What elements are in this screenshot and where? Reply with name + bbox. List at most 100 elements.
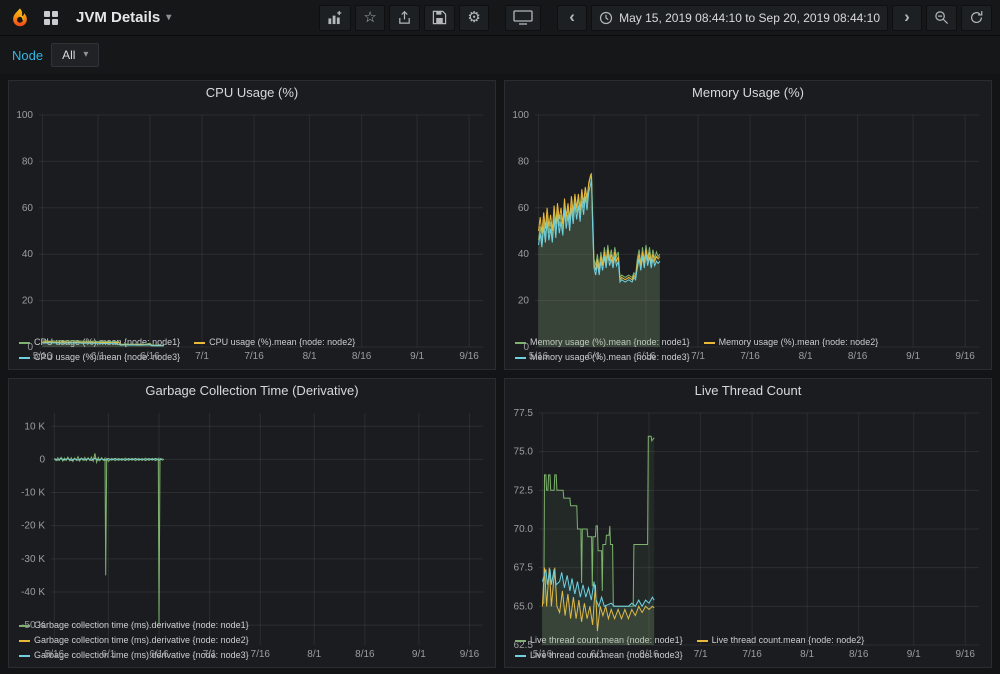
panel-title[interactable]: CPU Usage (%) [9, 81, 495, 105]
share-button[interactable] [389, 5, 420, 31]
save-floppy-icon [432, 10, 447, 25]
x-tick-label: 7/16 [742, 649, 762, 660]
series-line [54, 453, 164, 625]
x-tick-label: 6/1 [91, 351, 105, 362]
navbar: JVM Details ▾ ☆ [0, 0, 1000, 36]
x-tick-label: 7/1 [691, 351, 705, 362]
chevron-left-icon: ‹ [569, 8, 575, 27]
square-icon [44, 19, 50, 25]
y-tick-label: 0 [523, 342, 529, 353]
time-back-button[interactable]: ‹ [557, 5, 587, 31]
clock-icon [599, 11, 613, 25]
x-tick-label: 7/1 [694, 649, 708, 660]
x-tick-label: 6/1 [587, 351, 601, 362]
chart-canvas[interactable]: 5/166/16/167/17/168/18/169/19/1602040608… [9, 105, 495, 363]
star-icon: ☆ [363, 10, 376, 25]
variable-value: All [62, 48, 75, 62]
panel-memory-usage: Memory Usage (%) 5/166/16/167/17/168/18/… [504, 80, 992, 370]
panel-live-thread-count: Live Thread Count 5/166/16/167/17/168/18… [504, 378, 992, 668]
y-tick-label: 40 [518, 249, 530, 260]
cycle-view-button[interactable] [505, 5, 541, 31]
y-tick-label: 77.5 [514, 408, 534, 419]
x-tick-label: 9/1 [410, 351, 424, 362]
x-tick-label: 7/16 [244, 351, 264, 362]
panel-title[interactable]: Garbage Collection Time (Derivative) [9, 379, 495, 403]
y-tick-label: 80 [22, 156, 34, 167]
chart-area[interactable]: 5/166/16/167/17/168/18/169/19/1662.565.0… [505, 403, 991, 633]
y-tick-label: 72.5 [514, 485, 534, 496]
x-tick-label: 6/1 [101, 649, 115, 660]
chart-area[interactable]: 5/166/16/167/17/168/18/169/19/1610 K0-10… [9, 403, 495, 618]
y-tick-label: 20 [22, 296, 34, 307]
x-tick-label: 8/16 [352, 351, 372, 362]
time-range-label: May 15, 2019 08:44:10 to Sep 20, 2019 08… [619, 11, 880, 25]
x-tick-label: 7/16 [740, 351, 760, 362]
x-tick-label: 5/16 [45, 649, 65, 660]
variable-label: Node [12, 48, 43, 63]
series-fill [54, 453, 164, 625]
y-tick-label: 60 [22, 203, 34, 214]
dashboard-title: JVM Details [76, 9, 160, 26]
y-tick-label: 80 [518, 156, 530, 167]
panel-gc-time: Garbage Collection Time (Derivative) 5/1… [8, 378, 496, 668]
add-panel-button[interactable] [319, 5, 351, 31]
chart-canvas[interactable]: 5/166/16/167/17/168/18/169/19/1610 K0-10… [9, 403, 495, 661]
x-tick-label: 6/16 [149, 649, 169, 660]
y-tick-label: -40 K [21, 587, 45, 598]
x-tick-label: 7/1 [195, 351, 209, 362]
x-tick-label: 8/16 [355, 649, 375, 660]
x-tick-label: 9/16 [956, 649, 976, 660]
gear-icon: ⚙ [467, 10, 480, 25]
chart-canvas[interactable]: 5/166/16/167/17/168/18/169/19/1662.565.0… [505, 403, 991, 661]
time-range-picker[interactable]: May 15, 2019 08:44:10 to Sep 20, 2019 08… [591, 5, 888, 31]
panel-title[interactable]: Live Thread Count [505, 379, 991, 403]
settings-button[interactable]: ⚙ [459, 5, 489, 31]
tv-display-icon [513, 10, 533, 25]
chart-area[interactable]: 5/166/16/167/17/168/18/169/19/1602040608… [505, 105, 991, 335]
x-tick-label: 9/1 [907, 649, 921, 660]
chart-canvas[interactable]: 5/166/16/167/17/168/18/169/19/1602040608… [505, 105, 991, 363]
panel-title[interactable]: Memory Usage (%) [505, 81, 991, 105]
star-button[interactable]: ☆ [355, 5, 385, 31]
dashboards-icon[interactable] [40, 7, 62, 29]
navbar-left: JVM Details ▾ [8, 6, 177, 30]
y-tick-label: 0 [39, 454, 45, 465]
zoom-out-button[interactable] [926, 5, 957, 31]
chart-area[interactable]: 5/166/16/167/17/168/18/169/19/1602040608… [9, 105, 495, 335]
x-tick-label: 5/16 [33, 351, 53, 362]
x-tick-label: 6/1 [590, 649, 604, 660]
grafana-app: JVM Details ▾ ☆ [0, 0, 1000, 674]
x-tick-label: 8/16 [849, 649, 869, 660]
grafana-flame-icon [9, 7, 31, 29]
panel-cpu-usage: CPU Usage (%) 5/166/16/167/17/168/18/169… [8, 80, 496, 370]
x-tick-label: 5/16 [529, 351, 549, 362]
x-tick-label: 9/16 [459, 351, 479, 362]
square-icon [52, 19, 58, 25]
dashboard-title-dropdown[interactable]: JVM Details ▾ [70, 8, 177, 27]
x-tick-label: 9/16 [955, 351, 975, 362]
y-tick-label: 0 [27, 342, 33, 353]
navbar-right: ☆ ⚙ [319, 5, 992, 31]
y-tick-label: -50 K [21, 620, 45, 631]
y-tick-label: -30 K [21, 554, 45, 565]
y-tick-label: 40 [22, 249, 34, 260]
magnifier-minus-icon [934, 10, 949, 25]
chevron-right-icon: › [904, 8, 910, 27]
x-tick-label: 6/16 [636, 351, 656, 362]
save-button[interactable] [424, 5, 455, 31]
x-tick-label: 8/1 [800, 649, 814, 660]
time-forward-button[interactable]: › [892, 5, 922, 31]
variable-value-dropdown[interactable]: All ▾ [51, 43, 99, 67]
y-tick-label: 100 [16, 110, 33, 121]
y-tick-label: -10 K [21, 488, 45, 499]
caret-down-icon: ▾ [166, 13, 171, 23]
y-tick-label: 67.5 [514, 563, 534, 574]
square-icon [44, 11, 50, 17]
grafana-logo-icon[interactable] [8, 6, 32, 30]
share-arrow-icon [397, 10, 412, 25]
x-tick-label: 9/16 [460, 649, 480, 660]
refresh-button[interactable] [961, 5, 992, 31]
x-tick-label: 7/1 [203, 649, 217, 660]
x-tick-label: 9/1 [906, 351, 920, 362]
x-tick-label: 8/1 [307, 649, 321, 660]
